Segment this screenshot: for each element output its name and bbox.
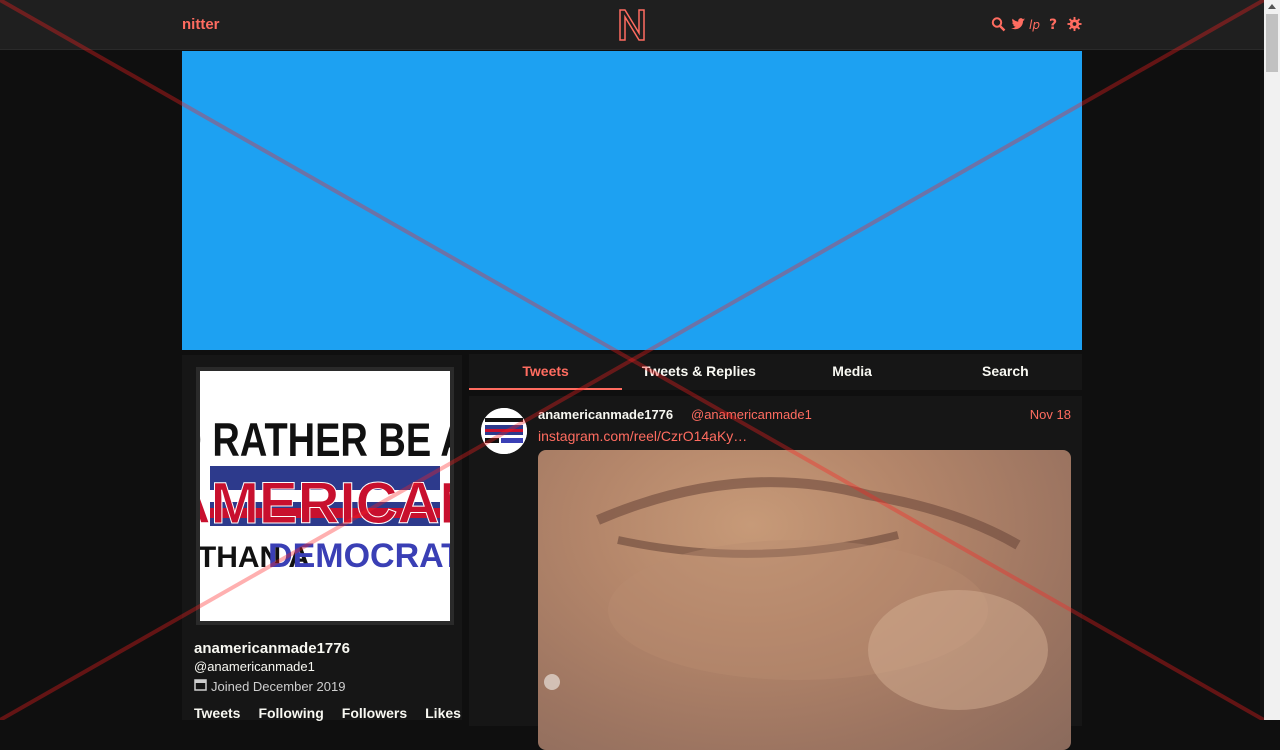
profile-stats: Tweets Following Followers Likes	[194, 705, 461, 721]
calendar-icon	[194, 678, 207, 694]
tweet-fullname[interactable]: anamericanmade1776	[538, 407, 673, 422]
tab-tweets[interactable]: Tweets	[469, 354, 623, 390]
tab-search[interactable]: Search	[929, 354, 1082, 390]
nitter-logo-icon[interactable]	[618, 9, 646, 41]
timeline-tabs: Tweets Tweets & Replies Media Search	[469, 354, 1082, 390]
page-scrollbar[interactable]	[1264, 0, 1280, 720]
tweet-avatar[interactable]	[481, 408, 527, 454]
help-icon[interactable]: ?	[1048, 16, 1063, 32]
stat-likes[interactable]: Likes	[425, 705, 461, 721]
profile-banner[interactable]	[182, 51, 1082, 350]
scroll-thumb[interactable]	[1266, 14, 1278, 72]
avatar-line-1: I'D RATHER BE AN	[200, 414, 450, 467]
tweet[interactable]: anamericanmade1776 @anamericanmade1 Nov …	[469, 396, 1082, 750]
tweet-date[interactable]: Nov 18	[1030, 407, 1071, 422]
scroll-up-icon[interactable]	[1268, 4, 1276, 9]
timeline: Tweets Tweets & Replies Media Search ana…	[469, 354, 1082, 750]
settings-icon[interactable]	[1067, 16, 1082, 32]
tweet-username[interactable]: @anamericanmade1	[691, 407, 812, 422]
site-name-link[interactable]: nitter	[182, 16, 220, 33]
joined-date: Joined December 2019	[211, 678, 346, 694]
twitter-icon[interactable]	[1010, 16, 1025, 32]
nav-icons: lp ?	[991, 16, 1082, 32]
navbar: nitter lp ?	[0, 0, 1264, 50]
profile-fullname[interactable]: anamericanmade1776	[194, 640, 350, 657]
svg-text:?: ?	[1049, 17, 1057, 32]
stat-following[interactable]: Following	[258, 705, 323, 721]
avatar-line-2: AMERICAN	[200, 471, 450, 536]
avatar-line-4: DEMOCRAT	[268, 537, 450, 575]
tab-media[interactable]: Media	[776, 354, 929, 390]
svg-text:lp: lp	[1029, 18, 1040, 32]
profile-joined: Joined December 2019	[194, 678, 345, 694]
search-icon[interactable]	[991, 16, 1006, 32]
stat-followers[interactable]: Followers	[342, 705, 407, 721]
profile-username[interactable]: @anamericanmade1	[194, 659, 315, 674]
profile-card: I'D RATHER BE AN AMERICAN THAN A DEMOCRA…	[182, 355, 462, 721]
lp-icon[interactable]: lp	[1029, 16, 1044, 32]
navbar-inner: nitter lp ?	[182, 0, 1082, 50]
stat-tweets[interactable]: Tweets	[194, 705, 240, 721]
tweet-media[interactable]	[538, 450, 1071, 750]
tab-tweets-replies[interactable]: Tweets & Replies	[622, 354, 775, 390]
tweet-link[interactable]: instagram.com/reel/CzrO14aKy…	[538, 428, 747, 444]
profile-avatar[interactable]: I'D RATHER BE AN AMERICAN THAN A DEMOCRA…	[196, 367, 454, 625]
